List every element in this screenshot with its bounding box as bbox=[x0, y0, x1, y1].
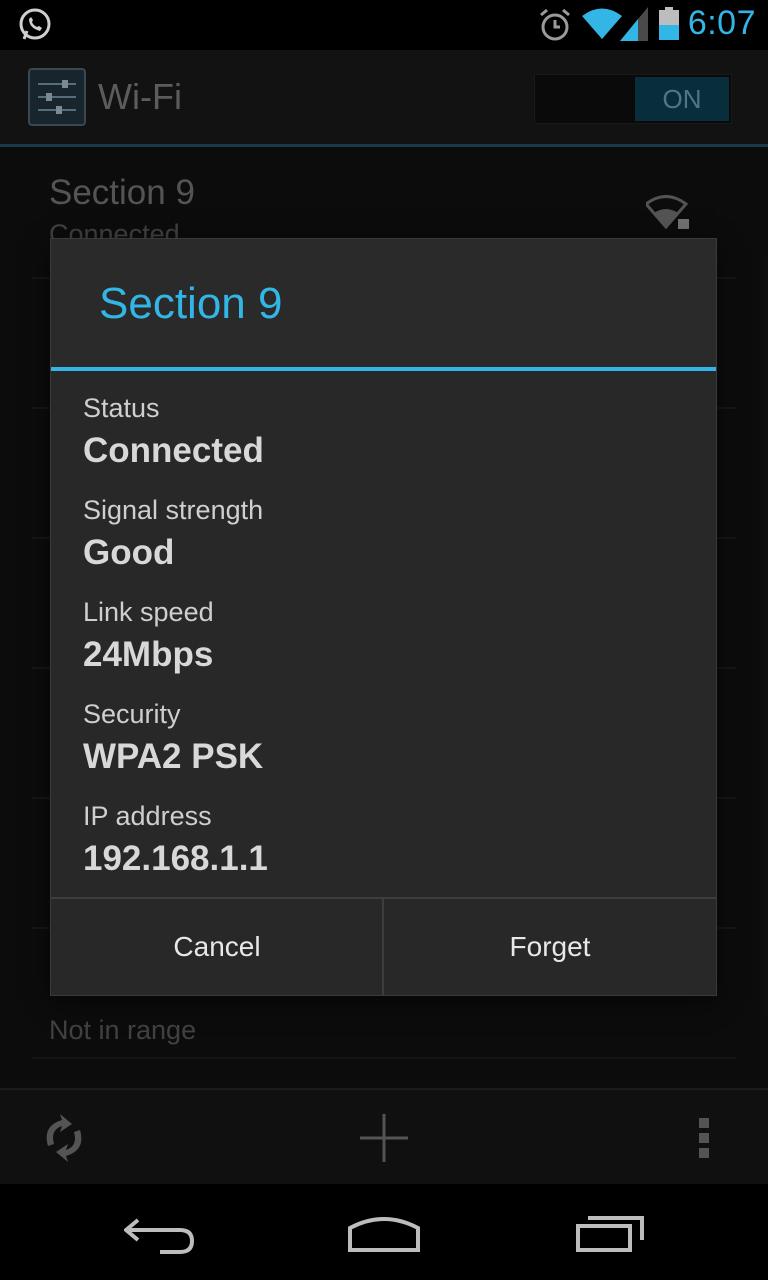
dialog-title: Section 9 bbox=[99, 279, 283, 328]
security-label: Security bbox=[83, 699, 181, 729]
network-details-dialog: Section 9 Status Connected Signal streng… bbox=[51, 239, 716, 995]
wifi-signal-icon bbox=[582, 7, 622, 46]
status-bar: 6:07 bbox=[0, 0, 768, 50]
whatsapp-icon bbox=[16, 6, 54, 49]
status-value: Connected bbox=[83, 431, 264, 470]
status-label: Status bbox=[83, 393, 160, 423]
ip-address-label: IP address bbox=[83, 801, 212, 831]
dialog-button-bar: Cancel Forget bbox=[51, 897, 716, 997]
forget-button[interactable]: Forget bbox=[384, 899, 716, 995]
status-time: 6:07 bbox=[687, 4, 756, 42]
navigation-bar bbox=[0, 1184, 768, 1280]
back-icon[interactable] bbox=[122, 1216, 196, 1261]
recent-apps-icon[interactable] bbox=[574, 1214, 646, 1259]
dialog-header: Section 9 bbox=[51, 239, 716, 371]
battery-icon bbox=[658, 7, 680, 46]
cell-signal-icon bbox=[620, 7, 648, 46]
cancel-button[interactable]: Cancel bbox=[51, 899, 383, 995]
link-speed-value: 24Mbps bbox=[83, 635, 214, 674]
screen: 6:07 Wi-Fi ON Section 9 Connected Not in… bbox=[0, 0, 768, 1280]
signal-strength-label: Signal strength bbox=[83, 495, 264, 525]
ip-address-value: 192.168.1.1 bbox=[83, 839, 268, 878]
link-speed-label: Link speed bbox=[83, 597, 214, 627]
alarm-icon bbox=[538, 7, 572, 48]
security-value: WPA2 PSK bbox=[83, 737, 264, 776]
signal-strength-value: Good bbox=[83, 533, 175, 572]
home-icon[interactable] bbox=[346, 1214, 422, 1259]
